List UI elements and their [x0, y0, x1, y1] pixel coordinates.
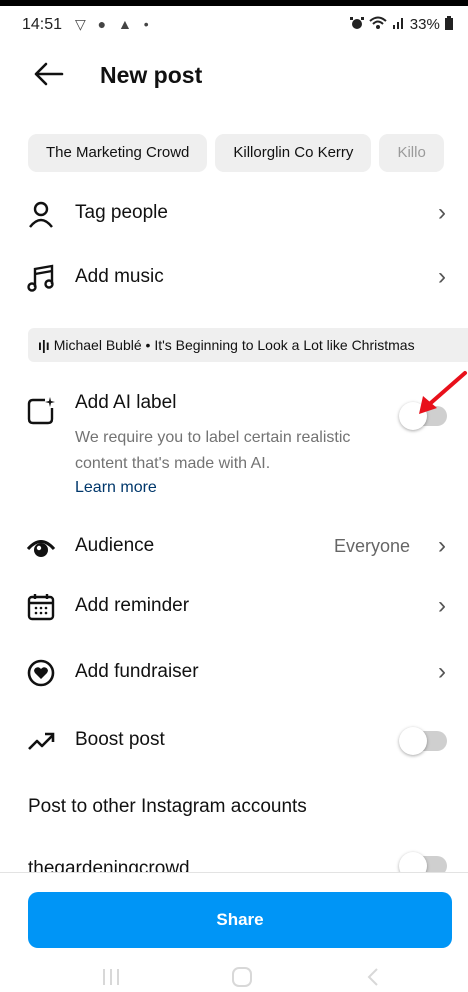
back-button[interactable] [30, 56, 66, 92]
home-icon[interactable] [230, 965, 254, 989]
status-right-icons: 33% [349, 16, 454, 33]
music-bars-icon: ı|ı [38, 337, 50, 353]
person-icon [29, 201, 53, 228]
learn-more-link[interactable]: Learn more [75, 479, 157, 497]
system-nav-bar [0, 962, 468, 991]
trending-up-icon [28, 732, 55, 750]
share-button[interactable]: Share [28, 892, 452, 948]
boost-post-label: Boost post [75, 729, 165, 750]
chip-location[interactable]: Killo [379, 134, 444, 172]
annotation-arrow-icon [419, 371, 467, 414]
recent-apps-icon[interactable] [99, 965, 123, 989]
eye-icon [26, 540, 56, 557]
audience-value: Everyone [333, 536, 410, 556]
boost-post-toggle[interactable] [399, 727, 447, 755]
signal-icon [392, 18, 403, 29]
notification-icons: ▽ ● ▲ • [75, 16, 153, 32]
music-track-text: Michael Bublé • It's Beginning to Look a… [53, 337, 415, 353]
add-reminder-row[interactable]: Add reminder › [0, 580, 468, 634]
back-nav-icon[interactable] [362, 965, 386, 989]
chevron-right-icon: › [438, 532, 446, 559]
add-music-row[interactable]: Add music › [0, 251, 468, 305]
header: New post [0, 40, 468, 110]
calendar-icon [27, 594, 55, 621]
audience-row[interactable]: Audience Everyone › [0, 520, 468, 574]
heart-circle-icon [27, 659, 55, 687]
page-title: New post [100, 62, 203, 88]
chevron-right-icon: › [438, 658, 446, 685]
music-note-icon [27, 264, 54, 292]
add-music-label: Add music [75, 266, 164, 287]
battery-icon [445, 16, 453, 30]
boost-post-row: Boost post [0, 714, 468, 768]
chip-location[interactable]: Killorglin Co Kerry [215, 134, 372, 172]
other-accounts-title: Post to other Instagram accounts [28, 796, 307, 817]
ai-label-title: Add AI label [75, 392, 177, 413]
ai-label-description: We require you to label certain realisti… [75, 429, 351, 472]
location-chips: The Marketing Crowd Killorglin Co Kerry Ki… [28, 134, 468, 172]
add-fundraiser-label: Add fundraiser [75, 661, 199, 682]
chip-location[interactable]: The Marketing Crowd [28, 134, 208, 172]
status-bar: 14:51 ▽ ● ▲ • 33% [0, 0, 468, 38]
tag-people-label: Tag people [75, 202, 168, 223]
chevron-right-icon: › [438, 263, 446, 290]
audience-label: Audience [75, 535, 155, 556]
status-time: 14:51 [22, 16, 63, 33]
add-fundraiser-row[interactable]: Add fundraiser › [0, 646, 468, 700]
tag-people-row[interactable]: Tag people › [0, 187, 468, 241]
chevron-right-icon: › [438, 199, 446, 226]
ai-sparkle-icon [27, 397, 55, 425]
chevron-right-icon: › [438, 592, 446, 619]
battery-percent: 33% [409, 16, 440, 33]
arrow-left-icon [34, 62, 64, 86]
toggle-knob [399, 727, 427, 755]
music-suggestion-chip[interactable]: ı|ı Michael Bublé • It's Beginning to Loo… [28, 328, 468, 362]
add-reminder-label: Add reminder [75, 595, 190, 616]
alarm-icon [350, 17, 365, 29]
wifi-icon [369, 16, 388, 29]
